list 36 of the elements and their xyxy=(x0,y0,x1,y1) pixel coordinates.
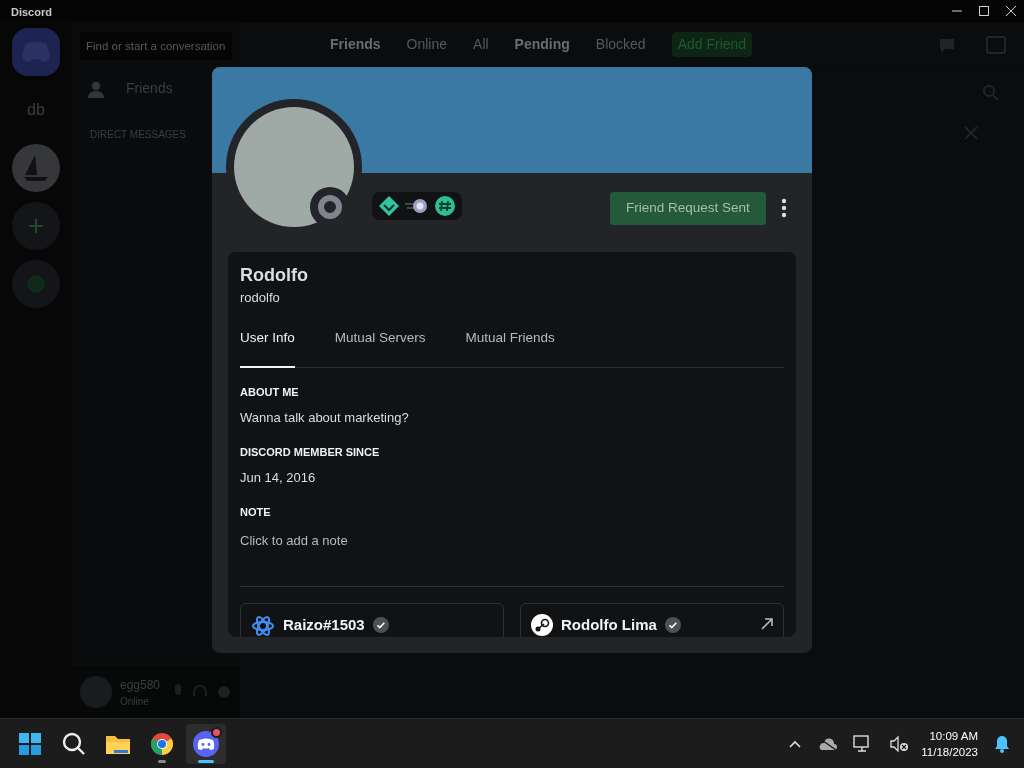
connection-card[interactable]: Raizo#1503 xyxy=(240,603,504,637)
clock-date: 11/18/2023 xyxy=(921,744,978,760)
note-field[interactable]: Click to add a note xyxy=(240,531,784,551)
user-name: egg580 xyxy=(120,676,161,694)
friend-request-button[interactable]: Friend Request Sent xyxy=(610,192,766,225)
controller-icon xyxy=(193,730,219,757)
connection-name: Raizo#1503 xyxy=(283,615,365,636)
taskbar-app-button[interactable] xyxy=(186,723,226,764)
section-heading: ABOUT ME xyxy=(240,384,300,400)
server-button[interactable]: db xyxy=(12,86,60,134)
profile-tab[interactable]: User Info xyxy=(240,327,295,368)
hashtag-badge-icon xyxy=(434,195,456,217)
section-text: Jun 14, 2016 xyxy=(240,469,317,488)
diamond-badge-icon xyxy=(378,195,400,217)
search-icon xyxy=(62,731,86,756)
search-field[interactable]: Find or start a conversation xyxy=(80,32,232,60)
profile-tab[interactable]: Mutual Friends xyxy=(465,327,555,368)
header-tab[interactable]: All xyxy=(473,34,489,55)
section-heading: DISCORD MEMBER SINCE xyxy=(240,444,381,460)
display-name: Rodolfo xyxy=(240,264,309,286)
connection-name: Rodolfo Lima xyxy=(561,615,657,636)
clock-time: 10:09 AM xyxy=(928,728,978,744)
sailboat-icon xyxy=(21,153,51,183)
profile-tab[interactable]: Mutual Servers xyxy=(334,327,426,368)
header-tab[interactable]: Pending xyxy=(514,34,570,55)
header-tab[interactable]: Online xyxy=(406,34,448,55)
username: rodolfo xyxy=(240,289,281,307)
header-title: Friends xyxy=(330,35,381,54)
plus-icon xyxy=(28,218,44,234)
section-text: Wanna talk about marketing? xyxy=(240,409,410,428)
header-tab[interactable]: Blocked xyxy=(595,34,646,55)
connection-card[interactable]: Rodolfo Lima xyxy=(520,603,784,637)
window-title: Discord xyxy=(11,6,52,18)
section-heading: NOTE xyxy=(240,504,272,520)
windows-logo-icon xyxy=(19,732,41,755)
browser-icon xyxy=(150,731,174,756)
